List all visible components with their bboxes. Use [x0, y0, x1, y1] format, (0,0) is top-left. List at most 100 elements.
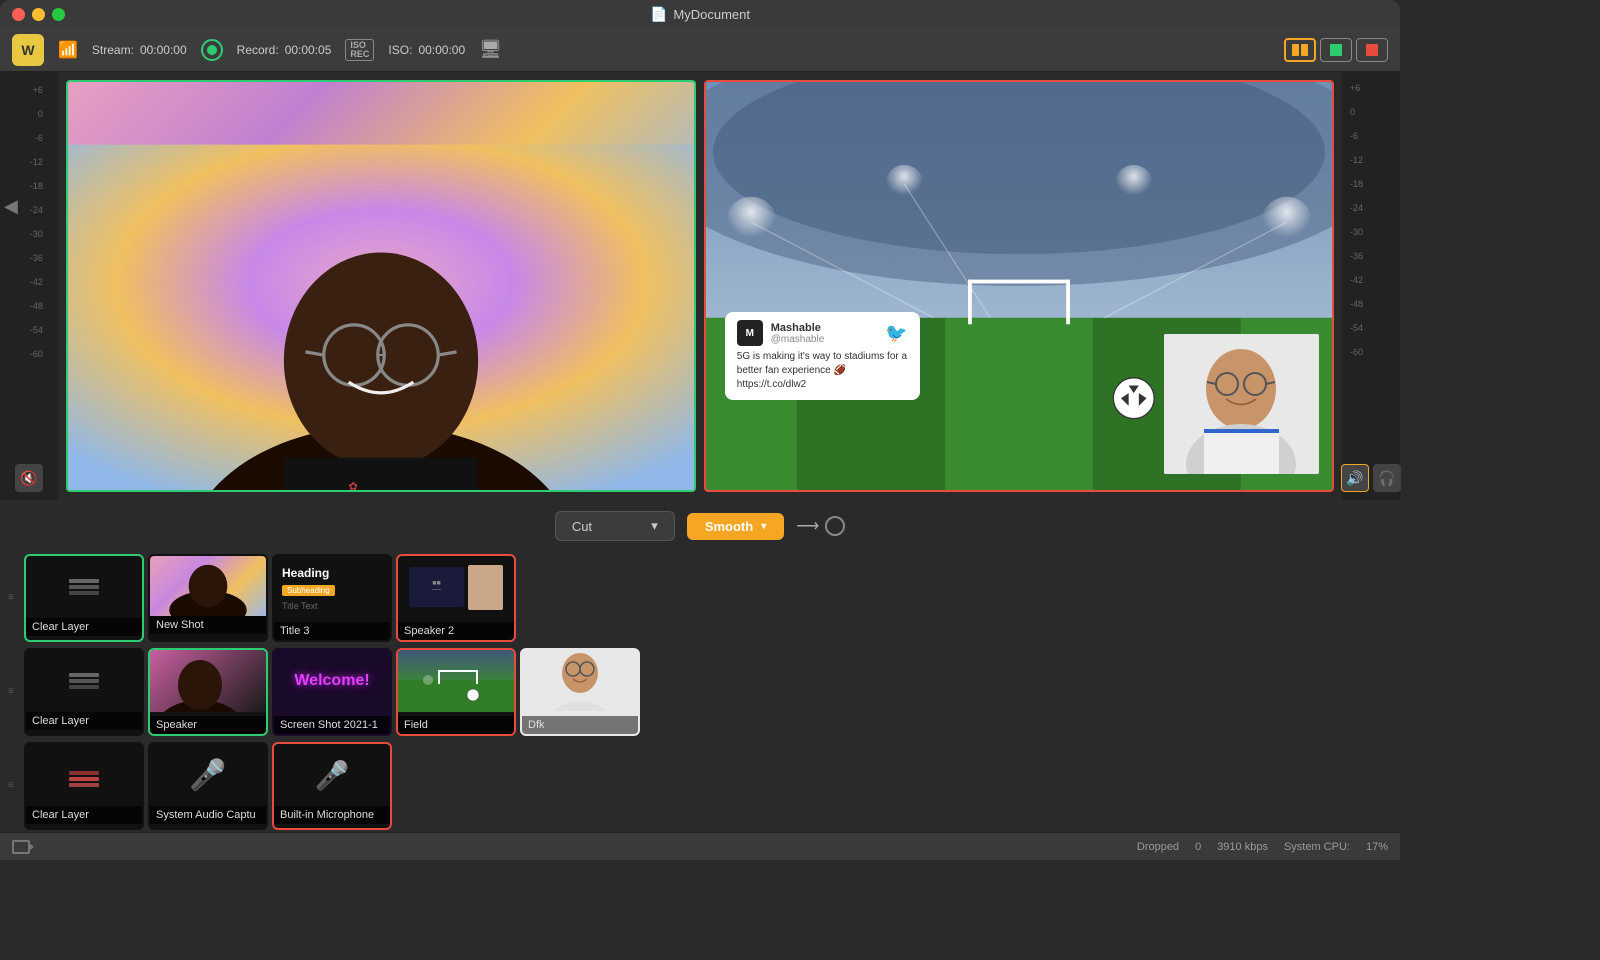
- row1-handle[interactable]: ≡: [8, 593, 24, 603]
- scene-card-speaker-r2[interactable]: Speaker: [148, 648, 268, 736]
- headphones-button[interactable]: 🎧: [1373, 464, 1401, 492]
- layout-icon-1: [1292, 44, 1308, 56]
- twitter-name: Mashable: [771, 322, 825, 334]
- vu-r-m42: -42: [1350, 268, 1396, 292]
- row2-cards: Clear Layer Speaker: [24, 648, 640, 736]
- screenshot-content: Welcome!: [274, 650, 390, 712]
- builtin-mic-label: Built-in Microphone: [274, 806, 390, 824]
- toolbar: W 📶 Stream: 00:00:00 Record: 00:00:05 IS…: [0, 28, 1400, 72]
- twitter-bird-icon: 🐦: [885, 323, 907, 344]
- left-person-svg: ✿ ✿ ✿: [68, 82, 694, 490]
- vu-r-m18: -18: [1350, 172, 1396, 196]
- row2-handle[interactable]: ≡: [8, 687, 24, 697]
- layout-btn-1[interactable]: [1284, 38, 1316, 62]
- scene-card-screenshot[interactable]: Welcome! Screen Shot 2021-1: [272, 648, 392, 736]
- bitrate-value: 3910 kbps: [1217, 841, 1268, 853]
- vu-r-m60: -60: [1350, 340, 1396, 364]
- row1-cards: Clear Layer New Shot: [24, 554, 516, 642]
- scene-card-new-shot[interactable]: New Shot: [148, 554, 268, 642]
- clear-layer-3-label: Clear Layer: [26, 806, 142, 824]
- title3-content: Heading Subheading Title Text: [274, 556, 390, 615]
- mashable-logo: M: [737, 320, 763, 346]
- sys-audio-label: System Audio Captu: [150, 806, 266, 824]
- titlebar: 📄 MyDocument: [0, 0, 1400, 28]
- vu-meter-left: ◀ +6 0 -6 -12 -18 -24 -30 -36 -42 -48 -5…: [0, 72, 58, 500]
- speaker2-screen: ■■──: [409, 567, 464, 607]
- record-time: 00:00:05: [285, 43, 332, 57]
- scene-card-sys-audio[interactable]: 🎤 System Audio Captu: [148, 742, 268, 830]
- scene-card-clear-layer-3[interactable]: Clear Layer: [24, 742, 144, 830]
- dropped-value: 0: [1195, 841, 1201, 853]
- monitor-icon[interactable]: 🖥: [479, 39, 502, 60]
- app-logo[interactable]: W: [12, 34, 44, 66]
- speaker-r2-label: Speaker: [150, 716, 266, 734]
- logo-text: W: [21, 42, 34, 58]
- inset-person-svg: [1164, 334, 1319, 474]
- scene-card-speaker2[interactable]: ■■── Speaker 2: [396, 554, 516, 642]
- layout-icon-2: [1330, 44, 1342, 56]
- collapse-left-icon[interactable]: ◀: [4, 196, 18, 217]
- smooth-button[interactable]: Smooth ▾: [687, 513, 784, 540]
- scene-card-dfk[interactable]: Dfk: [520, 648, 640, 736]
- vu-left-content: ◀ +6 0 -6 -12 -18 -24 -30 -36 -42 -48 -5…: [4, 76, 54, 464]
- clear-layer-1-icon-area: [26, 556, 142, 618]
- cpu-value: 17%: [1366, 841, 1388, 853]
- minimize-button[interactable]: [32, 8, 45, 21]
- title-text: MyDocument: [673, 7, 750, 22]
- scene-card-title3[interactable]: Heading Subheading Title Text Title 3: [272, 554, 392, 642]
- scenes-area: ≡ Clear Layer: [0, 552, 1400, 832]
- cam-status-icon: [12, 840, 30, 854]
- iso-section: ISO: 00:00:00: [388, 43, 465, 57]
- vu-r-m24: -24: [1350, 196, 1396, 220]
- title3-sub: Subheading: [282, 585, 335, 596]
- clear-layer-2-label: Clear Layer: [26, 712, 142, 730]
- previews-container: ✿ ✿ ✿: [58, 72, 1342, 500]
- vu-r-0: 0: [1350, 100, 1396, 124]
- layout-btn-3[interactable]: [1356, 38, 1388, 62]
- arrow-icon: ⟶: [796, 516, 819, 536]
- scene-card-field[interactable]: Field: [396, 648, 516, 736]
- row3-handle[interactable]: ≡: [8, 781, 24, 791]
- clear-layer-3-icon-area: [26, 744, 142, 806]
- transition-arrow[interactable]: ⟶: [796, 516, 845, 536]
- volume-right-button[interactable]: 🔊: [1341, 464, 1369, 492]
- dfk-person-svg: [540, 651, 620, 711]
- stream-time: 00:00:00: [140, 43, 187, 57]
- dfk-content: [522, 650, 638, 712]
- scene-card-clear-layer-2[interactable]: Clear Layer: [24, 648, 144, 736]
- smooth-caret: ▾: [761, 521, 766, 532]
- inset-camera: [1164, 334, 1319, 474]
- right-preview-panel: M Mashable @mashable 🐦 5G is making it's…: [704, 80, 1334, 492]
- vu-label-m60: -60: [21, 342, 43, 366]
- mute-left-button[interactable]: 🔇: [15, 464, 43, 492]
- vu-label-m6: -6: [21, 126, 43, 150]
- record-indicator: [207, 45, 217, 55]
- layout-btn-2[interactable]: [1320, 38, 1352, 62]
- vu-right-controls: 🔊 🎧: [1341, 464, 1401, 492]
- iso-label: ISO:: [388, 43, 412, 57]
- title3-body: Title Text: [282, 601, 382, 611]
- cut-dropdown[interactable]: Cut ▾: [555, 511, 675, 541]
- vu-label-plus6: +6: [21, 78, 43, 102]
- vu-label-m48: -48: [21, 294, 43, 318]
- speaker2-content: ■■──: [398, 556, 514, 618]
- sys-audio-content: 🎤: [150, 744, 266, 806]
- stream-label: Stream:: [92, 43, 134, 57]
- vu-r-plus6: +6: [1350, 76, 1396, 100]
- new-shot-preview: [150, 556, 266, 616]
- close-button[interactable]: [12, 8, 25, 21]
- scene-card-clear-layer-1[interactable]: Clear Layer: [24, 554, 144, 642]
- vu-r-m6: -6: [1350, 124, 1396, 148]
- statusbar-right: Dropped 0 3910 kbps System CPU: 17%: [1137, 841, 1388, 853]
- vu-r-m48: -48: [1350, 292, 1396, 316]
- vu-r-m12: -12: [1350, 148, 1396, 172]
- maximize-button[interactable]: [52, 8, 65, 21]
- vu-label-m42: -42: [21, 270, 43, 294]
- record-button[interactable]: [201, 39, 223, 61]
- scene-card-builtin-mic[interactable]: 🎤 Built-in Microphone: [272, 742, 392, 830]
- statusbar: Dropped 0 3910 kbps System CPU: 17%: [0, 832, 1400, 860]
- wifi-icon[interactable]: 📶: [58, 40, 78, 60]
- layers-icon-3: [64, 755, 104, 795]
- dropped-label: Dropped: [1137, 841, 1179, 853]
- main-area: ◀ +6 0 -6 -12 -18 -24 -30 -36 -42 -48 -5…: [0, 72, 1400, 860]
